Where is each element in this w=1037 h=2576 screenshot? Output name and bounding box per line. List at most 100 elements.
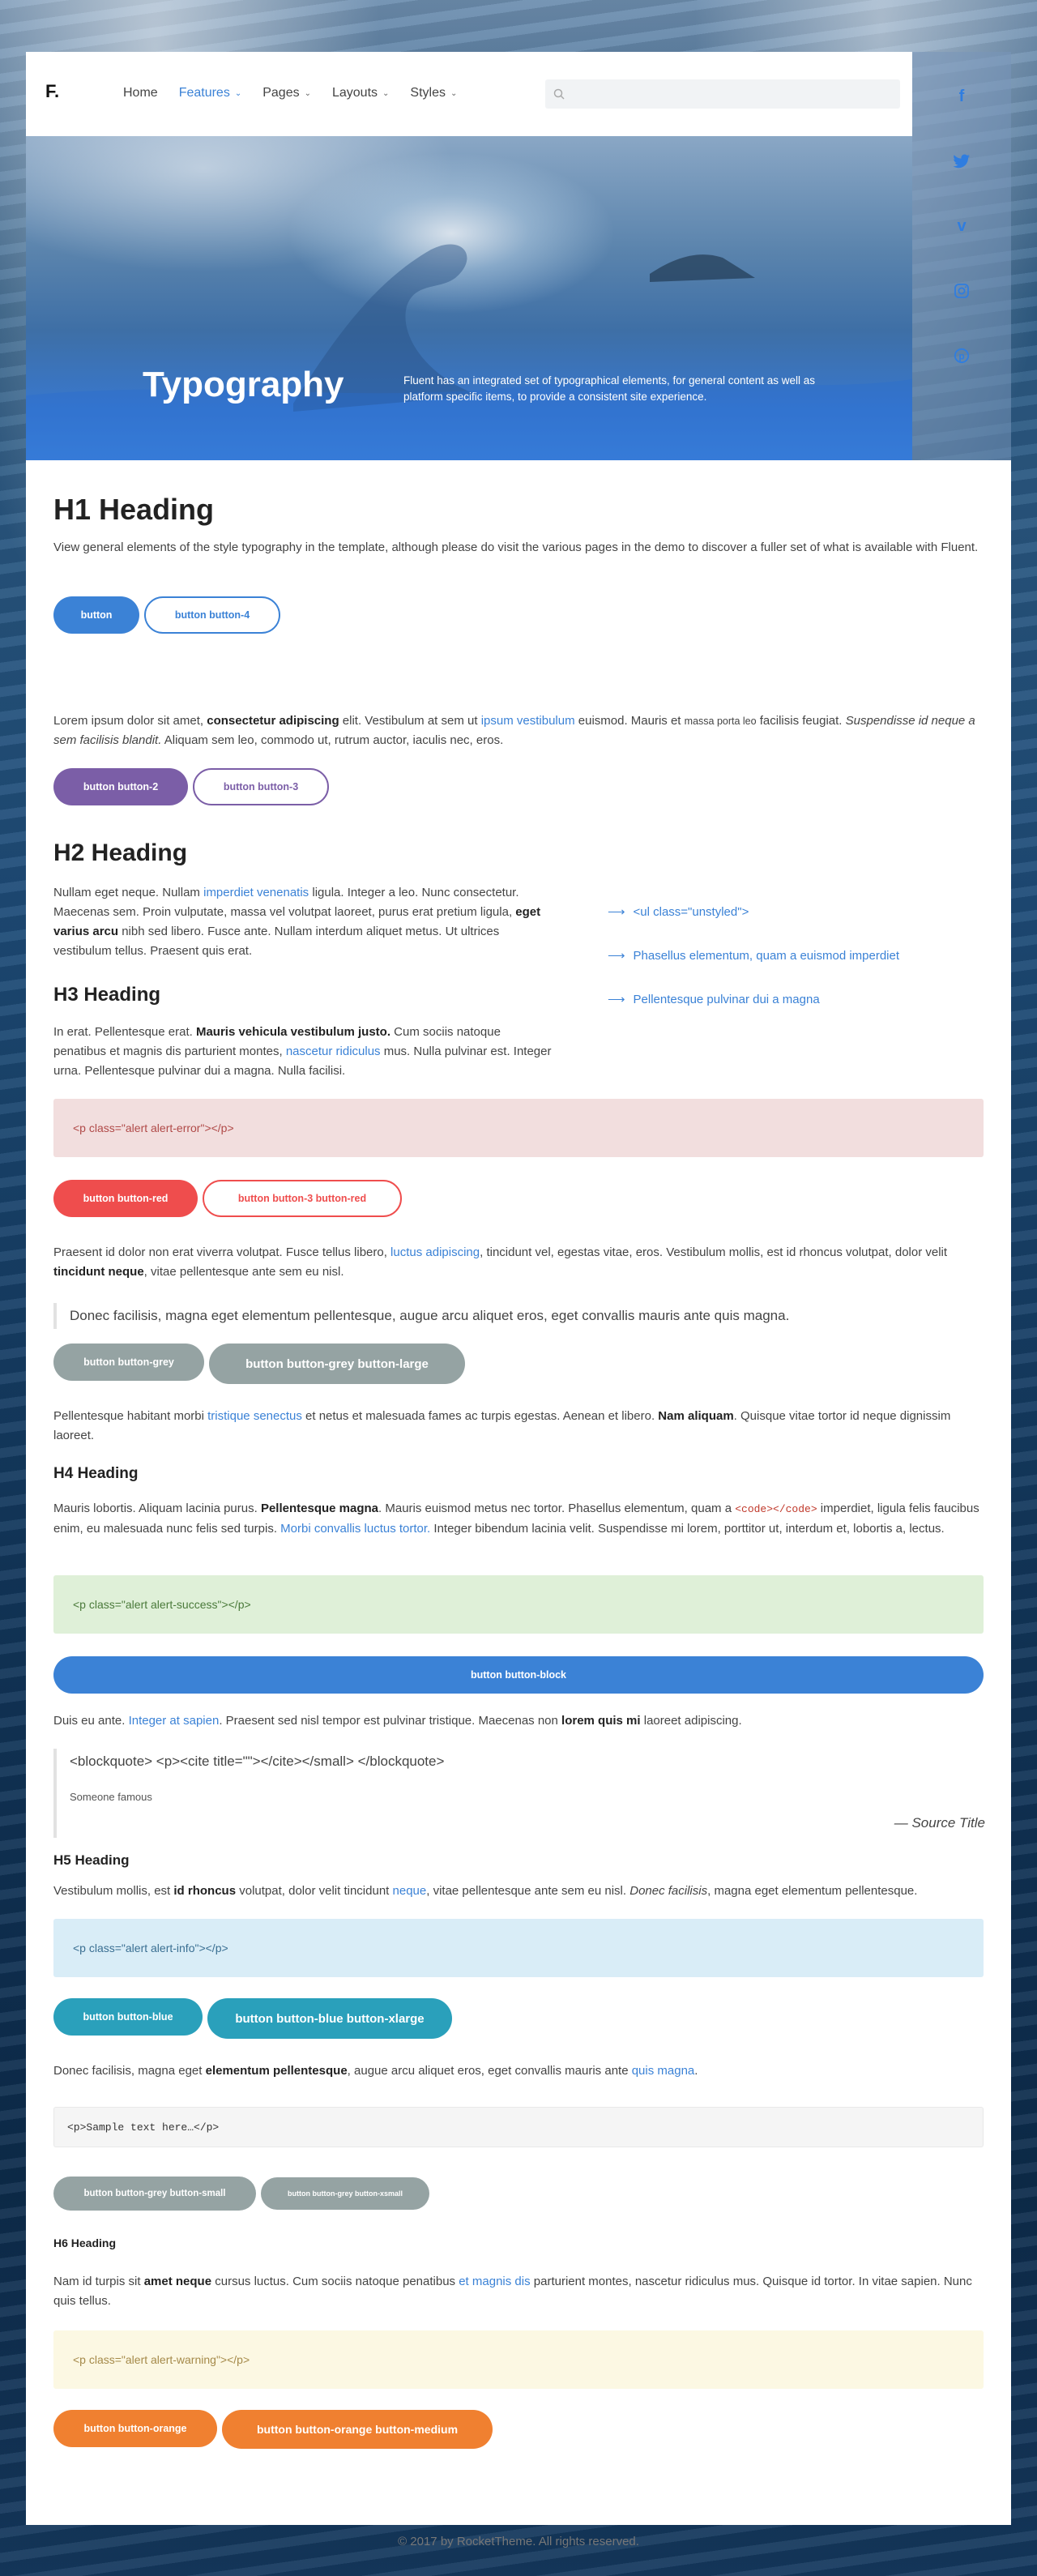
paragraph-3: In erat. Pellentesque erat. Mauris vehic…	[53, 1023, 556, 1081]
button-row-4: button button-grey button button-grey bu…	[53, 1344, 465, 1384]
button-3[interactable]: button button-3	[193, 768, 329, 805]
instagram-icon[interactable]	[943, 272, 980, 310]
nav-home[interactable]: Home	[123, 86, 158, 100]
inline-link[interactable]: ipsum vestibulum	[481, 714, 575, 728]
search-box[interactable]	[545, 79, 900, 109]
bold-text: consectetur adipiscing	[207, 714, 339, 728]
button-3-red[interactable]: button button-3 button-red	[203, 1180, 402, 1217]
inline-link[interactable]: quis magna	[632, 2064, 695, 2078]
text: , magna eget elementum pellentesque.	[707, 1884, 918, 1898]
bold-text: elementum pellentesque	[205, 2064, 348, 2078]
text: laoreet adipiscing.	[640, 1714, 742, 1728]
nav-features[interactable]: Features ⌄	[179, 86, 242, 100]
nav-styles[interactable]: Styles ⌄	[410, 86, 457, 100]
vimeo-icon[interactable]: v	[943, 207, 980, 245]
inline-link[interactable]: nascetur ridiculus	[286, 1044, 381, 1058]
text: et netus et malesuada fames ac turpis eg…	[301, 1409, 659, 1423]
button-orange[interactable]: button button-orange	[53, 2410, 217, 2447]
list-item[interactable]: ⟶ <ul class="unstyled">	[608, 904, 899, 920]
button-row-1: button button button-4	[53, 596, 280, 634]
button-grey-xsmall[interactable]: button button-grey button-xsmall	[261, 2177, 429, 2210]
paragraph-2: Nullam eget neque. Nullam imperdiet vene…	[53, 883, 548, 961]
nav-layouts-label: Layouts	[331, 86, 378, 100]
button-red[interactable]: button button-red	[53, 1180, 198, 1217]
list-item[interactable]: ⟶ Phasellus elementum, quam a euismod imp…	[608, 948, 899, 963]
blockquote-1: Donec facilisis, magna eget elementum pe…	[53, 1303, 985, 1329]
paragraph-1: Lorem ipsum dolor sit amet, consectetur …	[53, 711, 985, 750]
logo[interactable]: F.	[45, 81, 59, 102]
nav-features-label: Features	[178, 86, 230, 100]
hero-banner: Typography Fluent has an integrated set …	[26, 136, 912, 460]
list-item[interactable]: ⟶ Pellentesque pulvinar dui a magna	[608, 992, 899, 1007]
blockquote-source: — Source Title	[894, 1815, 985, 1831]
button-grey-small[interactable]: button button-grey button-small	[53, 2177, 256, 2211]
text: , tincidunt vel, egestas vitae, eros. Ve…	[480, 1245, 948, 1259]
list-item-label: Pellentesque pulvinar dui a magna	[633, 992, 820, 1006]
chevron-down-icon: ⌄	[304, 88, 311, 98]
search-input[interactable]	[571, 88, 887, 100]
main-nav: Home Features ⌄ Pages ⌄ Layouts ⌄ Styles ⌄	[123, 86, 457, 100]
text: .	[694, 2064, 698, 2078]
button-row-3: button button-red button button-3 button…	[53, 1180, 402, 1217]
alert-warning: <p class="alert alert-warning"></p>	[53, 2330, 984, 2389]
bold-text: Nam aliquam	[658, 1409, 734, 1423]
footer-copyright: © 2017 by RocketTheme. All rights reserv…	[398, 2535, 639, 2548]
text: Nam id turpis sit	[53, 2275, 144, 2288]
inline-link[interactable]: neque	[393, 1884, 427, 1898]
site-header: F. Home Features ⌄ Pages ⌄ Layouts ⌄ Styles…	[26, 52, 912, 136]
text: Aliquam sem leo, commodo ut, rutrum auct…	[161, 733, 504, 747]
text: . Mauris euismod metus nec tortor. Phase…	[378, 1502, 736, 1515]
inline-link[interactable]: imperdiet venenatis	[203, 886, 309, 899]
button-blue[interactable]: button button-blue	[53, 1998, 203, 2036]
button-blue-xlarge[interactable]: button button-blue button-xlarge	[207, 1998, 452, 2039]
button-primary[interactable]: button	[53, 596, 139, 634]
button-grey-large[interactable]: button button-grey button-large	[209, 1344, 465, 1384]
emphasis-text: Donec facilisis	[629, 1884, 708, 1898]
bold-text: amet neque	[143, 2275, 212, 2288]
text: Vestibulum mollis, est	[53, 1884, 174, 1898]
facebook-icon[interactable]: f	[943, 78, 980, 115]
nav-home-label: Home	[123, 86, 158, 100]
text: cursus luctus. Cum sociis natoque penati…	[211, 2275, 459, 2288]
inline-link[interactable]: luctus adipiscing	[390, 1245, 480, 1259]
button-row-2: button button-2 button button-3	[53, 768, 329, 805]
inline-link[interactable]: tristique senectus	[207, 1409, 302, 1423]
button-grey[interactable]: button button-grey	[53, 1344, 204, 1381]
nav-layouts[interactable]: Layouts ⌄	[332, 86, 389, 100]
h3-heading: H3 Heading	[53, 984, 161, 1006]
text: Donec facilisis, magna eget	[53, 2064, 206, 2078]
text: , augue arcu aliquet eros, eget convalli…	[347, 2064, 632, 2078]
alert-info: <p class="alert alert-info"></p>	[53, 1919, 984, 1977]
text: Nullam eget neque. Nullam	[53, 886, 204, 899]
button-4[interactable]: button button-4	[144, 596, 280, 634]
nav-pages[interactable]: Pages ⌄	[262, 86, 311, 100]
button-row-7: button button-orange button button-orang…	[53, 2410, 493, 2449]
inline-link[interactable]: Integer at sapien	[129, 1714, 220, 1728]
paragraph-8: Vestibulum mollis, est id rhoncus volutp…	[53, 1882, 985, 1901]
text: Integer bibendum lacinia velit. Suspendi…	[430, 1522, 945, 1536]
bold-text: lorem quis mi	[561, 1714, 641, 1728]
social-sidebar: f v p	[912, 52, 1011, 460]
h6-heading: H6 Heading	[53, 2236, 117, 2249]
inline-link[interactable]: Morbi convallis luctus tortor.	[280, 1522, 430, 1536]
bold-text: Mauris vehicula vestibulum justo.	[195, 1025, 391, 1039]
small-text: massa porta leo	[684, 716, 757, 727]
twitter-icon[interactable]	[943, 143, 980, 180]
text: euismod. Mauris et	[574, 714, 685, 728]
text: facilisis feugiat.	[756, 714, 846, 728]
text: Lorem ipsum dolor sit amet,	[53, 714, 207, 728]
button-2[interactable]: button button-2	[53, 768, 188, 805]
pinterest-icon[interactable]: p	[943, 337, 980, 374]
unstyled-list: ⟶ <ul class="unstyled"> ⟶ Phasellus elemen…	[608, 904, 899, 1007]
button-orange-medium[interactable]: button button-orange button-medium	[222, 2410, 493, 2449]
main-content: H1 Heading View general elements of the …	[26, 460, 1011, 2548]
hero-title: Typography	[143, 365, 344, 404]
nav-pages-label: Pages	[262, 86, 300, 100]
alert-success: <p class="alert alert-success"></p>	[53, 1575, 984, 1634]
text: Duis eu ante.	[53, 1714, 129, 1728]
bold-text: id rhoncus	[173, 1884, 237, 1898]
text: Praesent id dolor non erat viverra volut…	[53, 1245, 391, 1259]
button-block[interactable]: button button-block	[53, 1656, 984, 1694]
inline-link[interactable]: et magnis dis	[459, 2275, 530, 2288]
button-row-5: button button-blue button button-blue bu…	[53, 1998, 452, 2039]
